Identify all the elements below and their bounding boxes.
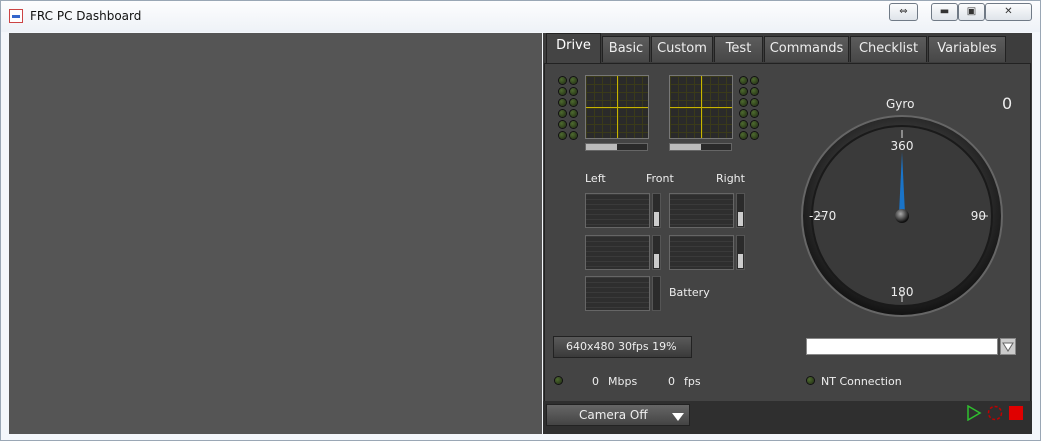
gyro-title: Gyro — [886, 97, 915, 111]
status-led — [559, 132, 566, 139]
status-led — [570, 99, 577, 106]
status-led — [740, 88, 747, 95]
tab-drive[interactable]: Drive — [546, 33, 601, 63]
joystick-scope-left — [585, 75, 649, 139]
stop-icon[interactable] — [1008, 405, 1024, 421]
selector-input[interactable] — [806, 338, 998, 355]
close-button[interactable]: ✕ — [985, 3, 1032, 21]
nt-connection-led — [807, 377, 814, 384]
status-led — [740, 121, 747, 128]
bandwidth-value: 0 — [592, 375, 599, 388]
framerate-unit: fps — [684, 375, 701, 388]
joystick-scope-right — [669, 75, 733, 139]
tab-bar: Drive Basic Custom Test Commands Checkli… — [543, 33, 1032, 63]
status-led — [751, 110, 758, 117]
motor-meter-right-front — [669, 193, 734, 228]
selector-dropdown-button[interactable] — [1000, 338, 1016, 355]
tab-variables[interactable]: Variables — [928, 36, 1006, 62]
status-led — [751, 77, 758, 84]
tab-commands[interactable]: Commands — [764, 36, 849, 62]
status-led — [751, 121, 758, 128]
bandwidth-unit: Mbps — [608, 375, 638, 388]
motor-meter-right-rear — [669, 235, 734, 270]
status-led — [740, 77, 747, 84]
camera-view — [9, 33, 542, 434]
dashboard-panel: Drive Basic Custom Test Commands Checkli… — [543, 33, 1032, 434]
battery-level-bar — [652, 276, 661, 311]
status-led — [570, 88, 577, 95]
status-led — [570, 132, 577, 139]
gyro-tick-bottom: 180 — [891, 285, 914, 299]
battery-label: Battery — [669, 286, 710, 299]
status-led — [751, 88, 758, 95]
status-led — [740, 110, 747, 117]
right-label: Right — [716, 172, 745, 185]
resize-toggle-button[interactable]: ⇔ — [889, 3, 918, 21]
slider-left[interactable] — [585, 143, 648, 151]
left-label: Left — [585, 172, 606, 185]
bandwidth-led — [555, 377, 562, 384]
status-led — [751, 99, 758, 106]
status-led — [570, 77, 577, 84]
nt-connection-label: NT Connection — [821, 375, 902, 388]
tab-custom[interactable]: Custom — [651, 36, 713, 62]
status-led — [751, 132, 758, 139]
status-led — [559, 77, 566, 84]
status-led — [740, 132, 747, 139]
status-led — [559, 121, 566, 128]
framerate-value: 0 — [668, 375, 675, 388]
maximize-button[interactable]: ▣ — [958, 3, 985, 21]
motor-meter-left-rear — [585, 235, 650, 270]
gyro-tick-right: 90 — [971, 209, 986, 223]
title-bar: FRC PC Dashboard ⇔ ▬ ▣ ✕ — [1, 1, 1040, 32]
camera-select[interactable]: Camera Off — [546, 404, 690, 426]
drive-tab-content: Left Front Right Battery Gyro 0 360 90 1… — [544, 63, 1031, 402]
gyro-tick-top: 360 — [891, 139, 914, 153]
gyro-gauge: 360 90 180 -270 — [801, 115, 1003, 317]
tab-basic[interactable]: Basic — [602, 36, 650, 62]
app-window: FRC PC Dashboard ⇔ ▬ ▣ ✕ Drive Basic Cus… — [0, 0, 1041, 441]
status-led — [559, 110, 566, 117]
run-icon[interactable] — [966, 405, 982, 421]
status-led — [740, 99, 747, 106]
level-bar — [736, 235, 745, 270]
camera-info-button[interactable]: 640x480 30fps 19% — [553, 336, 692, 358]
status-led — [570, 110, 577, 117]
record-icon[interactable] — [987, 405, 1003, 421]
tab-test[interactable]: Test — [714, 36, 763, 62]
tab-checklist[interactable]: Checklist — [850, 36, 927, 62]
chevron-down-icon — [1002, 342, 1014, 352]
bottom-toolbar: Camera Off — [543, 401, 1032, 434]
status-led — [570, 121, 577, 128]
minimize-button[interactable]: ▬ — [931, 3, 958, 21]
status-led — [559, 99, 566, 106]
camera-select-value: Camera Off — [579, 408, 648, 422]
status-led — [559, 88, 566, 95]
gyro-value: 0 — [1002, 94, 1013, 113]
front-label: Front — [646, 172, 674, 185]
slider-right[interactable] — [669, 143, 732, 151]
gyro-tick-left: -270 — [809, 209, 836, 223]
level-bar — [652, 193, 661, 228]
motor-meter-left-front — [585, 193, 650, 228]
level-bar — [652, 235, 661, 270]
chevron-down-icon — [672, 413, 684, 421]
window-title: FRC PC Dashboard — [30, 9, 142, 23]
level-bar — [736, 193, 745, 228]
battery-meter — [585, 276, 650, 311]
app-icon — [9, 9, 23, 23]
